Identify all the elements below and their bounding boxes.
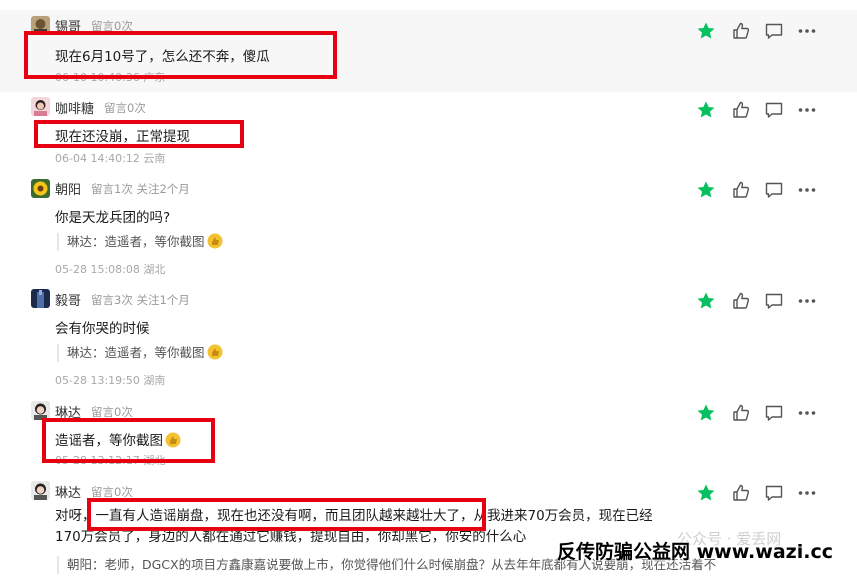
thumbs-up-icon[interactable] <box>731 483 751 503</box>
highlight-box <box>24 31 337 79</box>
nickname[interactable]: 琳达 <box>55 482 81 501</box>
comment-actions <box>696 403 821 423</box>
author-reply: 琳达：造遥者，等你截图 <box>57 344 223 362</box>
highlight-box <box>42 418 215 463</box>
nickname[interactable]: 毅哥 <box>55 290 81 309</box>
thumbs-emoji-icon <box>207 344 223 360</box>
reply-text: 琳达：造遥者，等你截图 <box>67 234 205 249</box>
comment-icon[interactable] <box>764 291 784 311</box>
banner-text: 反传防骗公益网 www.wazi.cc <box>557 541 833 563</box>
star-icon[interactable] <box>696 403 716 423</box>
highlight-box <box>87 498 486 531</box>
star-icon[interactable] <box>696 483 716 503</box>
more-icon[interactable] <box>797 483 817 503</box>
thumbs-up-icon[interactable] <box>731 180 751 200</box>
comment-actions <box>696 291 821 311</box>
comment-icon[interactable] <box>764 21 784 41</box>
author-reply: 琳达：造遥者，等你截图 <box>57 233 223 251</box>
avatar[interactable] <box>31 289 50 308</box>
comment-time: 05-28 13:19:50 湖南 <box>55 374 166 387</box>
comment-time: 06-04 14:40:12 云南 <box>55 152 166 165</box>
comment-text-suffix: 从我进来70万会员，现在已经 <box>473 508 653 524</box>
comment-icon[interactable] <box>764 403 784 423</box>
comment-meta: 留言3次 关注1个月 <box>91 293 190 307</box>
thumbs-up-icon[interactable] <box>731 403 751 423</box>
avatar[interactable] <box>31 481 50 500</box>
comment-icon[interactable] <box>764 180 784 200</box>
avatar[interactable] <box>31 179 50 198</box>
nickname[interactable]: 朝阳 <box>55 179 81 198</box>
reply-text: 琳达：造遥者，等你截图 <box>67 345 205 360</box>
thumbs-emoji-icon <box>207 233 223 249</box>
more-icon[interactable] <box>797 291 817 311</box>
star-icon[interactable] <box>696 180 716 200</box>
thumbs-up-icon[interactable] <box>731 291 751 311</box>
comment-actions <box>696 21 821 41</box>
highlight-box <box>34 120 244 148</box>
more-icon[interactable] <box>797 100 817 120</box>
more-icon[interactable] <box>797 21 817 41</box>
comment-content: 你是天龙兵团的吗? <box>55 210 171 226</box>
comment-actions <box>696 180 821 200</box>
avatar[interactable] <box>31 97 50 116</box>
more-icon[interactable] <box>797 403 817 423</box>
comment-content: 会有你哭的时候 <box>55 321 150 337</box>
star-icon[interactable] <box>696 291 716 311</box>
nickname[interactable]: 咖啡糖 <box>55 98 94 117</box>
star-icon[interactable] <box>696 21 716 41</box>
more-icon[interactable] <box>797 180 817 200</box>
comment-icon[interactable] <box>764 100 784 120</box>
comment-meta: 留言1次 关注2个月 <box>91 182 190 196</box>
comment-time: 05-28 15:08:08 湖北 <box>55 263 166 276</box>
thumbs-up-icon[interactable] <box>731 21 751 41</box>
comment-actions <box>696 100 821 120</box>
comment-meta: 留言0次 <box>104 101 146 115</box>
comment-icon[interactable] <box>764 483 784 503</box>
star-icon[interactable] <box>696 100 716 120</box>
comment-actions <box>696 483 821 503</box>
thumbs-up-icon[interactable] <box>731 100 751 120</box>
